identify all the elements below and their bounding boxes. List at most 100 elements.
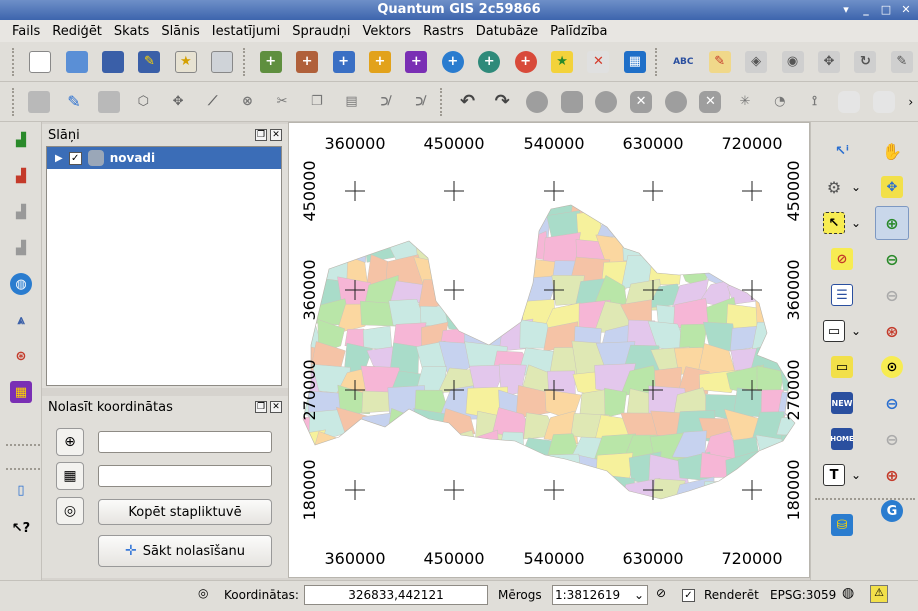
add-part-button[interactable] <box>522 86 553 118</box>
copy-features-button[interactable]: ❐ <box>301 86 332 118</box>
zoom-next-button[interactable]: ⊖ <box>877 424 907 454</box>
pan-button[interactable]: ✋ <box>877 136 907 166</box>
new-bookmark-button[interactable]: NEW <box>827 388 857 418</box>
save-project-button[interactable] <box>97 46 129 78</box>
toolbar-grip[interactable] <box>440 87 444 116</box>
zoom-in-button[interactable]: ⊕ <box>875 206 909 240</box>
labeling-button[interactable]: ABC <box>667 46 699 78</box>
zoom-to-layer-button[interactable]: ⊖ <box>877 388 907 418</box>
cut-features-button[interactable]: ✂ <box>267 86 298 118</box>
local-stretch-button[interactable]: ▟ <box>0 158 42 194</box>
openlayers-button[interactable]: ◍ <box>0 266 42 302</box>
menu-plugins[interactable]: Spraudņi <box>286 24 356 39</box>
delete-ring-button[interactable] <box>591 86 622 118</box>
more-tools-button[interactable] <box>869 86 900 118</box>
crs-globe-icon[interactable]: ◍ <box>842 585 854 601</box>
menu-edit[interactable]: Rediģēt <box>46 24 108 39</box>
delete-part-button[interactable]: ✕ <box>626 86 657 118</box>
split-features-button[interactable]: ✳ <box>730 86 761 118</box>
stop-render-icon[interactable]: ⊘ <box>656 586 666 600</box>
select-features-button[interactable]: ↖ <box>819 208 849 238</box>
text-annotation-button[interactable]: T <box>819 460 849 490</box>
change-label-button[interactable]: ✎ <box>886 46 918 78</box>
layer-item[interactable]: ▶ ✓ novadi <box>47 147 281 169</box>
remove-layer-button[interactable]: ✕ <box>582 46 614 78</box>
rotate-label-button[interactable]: ↻ <box>849 46 881 78</box>
menu-view[interactable]: Skats <box>108 24 155 39</box>
measure-dropdown[interactable]: ⌄ <box>849 316 863 346</box>
capture-mouse-button[interactable]: ◎ <box>56 497 84 525</box>
grid-crs-button[interactable]: ▦ <box>56 462 84 490</box>
open-attribute-table-button[interactable]: ☰ <box>827 280 857 310</box>
merge-features-button[interactable]: ◔ <box>764 86 795 118</box>
merge-attributes-button[interactable]: ⟟ <box>799 86 830 118</box>
delete-selected-button[interactable]: ⊗ <box>232 86 263 118</box>
actions-button[interactable]: ⚙ <box>819 172 849 202</box>
toggle-editing-button[interactable]: ✎ <box>59 86 90 118</box>
add-spatialite-button[interactable]: + <box>364 46 396 78</box>
measure-button[interactable]: ⩓ <box>0 302 42 338</box>
pin-labels-button[interactable]: ✎ <box>704 46 736 78</box>
menu-file[interactable]: Fails <box>6 24 46 39</box>
database-button[interactable]: ⛁ <box>827 510 857 540</box>
coordinate-field[interactable]: 326833,442121 <box>304 585 488 605</box>
map-tips-button[interactable]: ▭ <box>827 352 857 382</box>
coordinate-capture-button[interactable]: ▦ <box>0 374 42 410</box>
select-dropdown[interactable]: ⌄ <box>849 208 863 238</box>
menu-icon[interactable]: ▾ <box>838 2 854 18</box>
show-labels-button[interactable]: ◈ <box>740 46 772 78</box>
chevron-down-icon[interactable]: ⌄ <box>634 586 644 604</box>
scale-combobox[interactable]: 1:3812619 ⌄ <box>552 585 648 605</box>
identify-button[interactable]: ↖ⁱ <box>827 136 857 166</box>
float-panel-icon[interactable]: ❐ <box>255 129 267 141</box>
add-raster-button[interactable]: + <box>291 46 323 78</box>
save-layer-edits-button[interactable] <box>93 86 124 118</box>
simplify-feature-button[interactable]: ⟉ <box>371 86 402 118</box>
zoom-out-button[interactable]: ⊖ <box>877 244 907 274</box>
expand-arrow-icon[interactable]: ▶ <box>55 153 63 164</box>
toolbar-grip[interactable] <box>242 47 247 76</box>
toolbar-grip[interactable] <box>12 47 16 76</box>
float-panel-icon[interactable]: ❐ <box>255 401 267 413</box>
layer-visibility-checkbox[interactable]: ✓ <box>68 151 82 165</box>
fill-ring-button[interactable] <box>556 86 587 118</box>
whats-this-button[interactable]: ↖? <box>0 510 42 546</box>
close-icon[interactable]: ✕ <box>898 2 914 18</box>
menu-database[interactable]: Datubāze <box>470 24 544 39</box>
zoom-to-selection-button[interactable]: ⊙ <box>877 352 907 382</box>
new-shapefile-button[interactable]: ★ <box>546 46 578 78</box>
crs-select-button[interactable]: ⊕ <box>56 428 84 456</box>
undo-button[interactable]: ↶ <box>452 86 483 118</box>
cumulative-stretch-button[interactable]: ▟ <box>0 230 42 266</box>
menu-settings[interactable]: Iestatījumi <box>206 24 287 39</box>
add-vector-button[interactable]: + <box>254 46 286 78</box>
zoom-full-button[interactable]: ⊛ <box>877 316 907 346</box>
help-contents-button[interactable]: ▯ <box>0 472 42 508</box>
copy-to-clipboard-button[interactable]: Kopēt stapliktuvē <box>98 499 272 525</box>
georeferencer-button[interactable]: ⊛ <box>0 338 42 374</box>
annotation-dropdown[interactable]: ⌄ <box>849 460 863 490</box>
add-wfs-button[interactable]: + <box>509 46 541 78</box>
toolbar-grip[interactable] <box>655 47 659 76</box>
menu-raster[interactable]: Rastrs <box>417 24 470 39</box>
close-panel-icon[interactable]: ✕ <box>270 401 282 413</box>
offset-curve-button[interactable]: ✕ <box>695 86 726 118</box>
print-button[interactable] <box>206 46 238 78</box>
coordinate-field-2[interactable] <box>98 465 272 487</box>
histogram-stretch-button[interactable]: ▟ <box>0 122 42 158</box>
redo-button[interactable]: ↷ <box>487 86 518 118</box>
open-project-button[interactable] <box>60 46 92 78</box>
pan-to-selection-button[interactable]: ✥ <box>877 172 907 202</box>
add-wms-button[interactable]: + <box>437 46 469 78</box>
node-tool-button[interactable]: ⟋ <box>197 86 228 118</box>
close-panel-icon[interactable]: ✕ <box>270 129 282 141</box>
coordinate-toggle-icon[interactable]: ◎ <box>198 586 208 600</box>
menu-vector[interactable]: Vektors <box>356 24 417 39</box>
print-composer-button[interactable]: ★ <box>170 46 202 78</box>
measure-line-button[interactable]: ▭ <box>819 316 849 346</box>
add-ring-button[interactable]: ⟉ <box>406 86 437 118</box>
start-capture-button[interactable]: ✛ Sākt nolasīšanu <box>98 535 272 567</box>
save-as-button[interactable]: ✎ <box>133 46 165 78</box>
zoom-last-button[interactable]: ⊖ <box>877 280 907 310</box>
menu-layer[interactable]: Slānis <box>155 24 205 39</box>
